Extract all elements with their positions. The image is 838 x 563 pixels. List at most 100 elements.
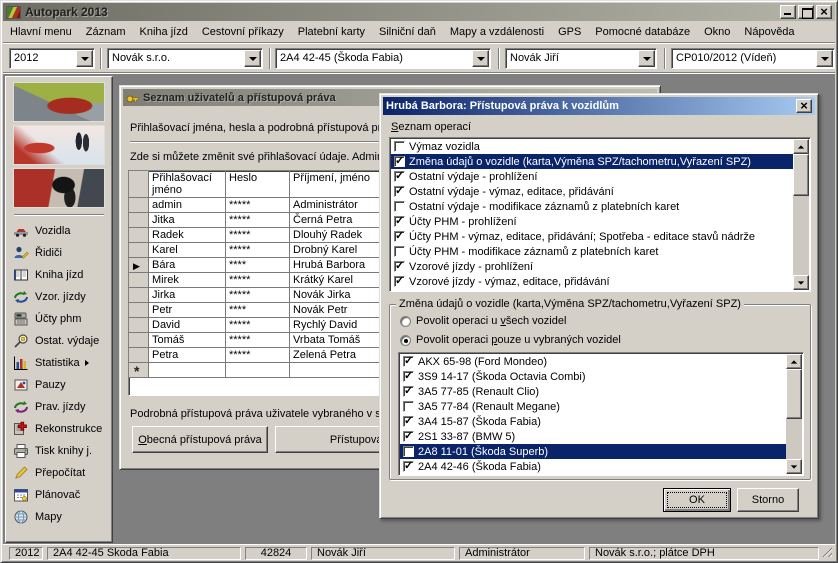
cell-password[interactable]: ***** <box>226 243 290 258</box>
row-selector[interactable] <box>129 243 149 258</box>
cell-login[interactable]: admin <box>149 198 226 213</box>
checkbox-icon[interactable] <box>394 246 405 257</box>
cell-password[interactable]: ***** <box>226 288 290 303</box>
radio-selected-vehicles[interactable]: Povolit operaci pouze u vybraných vozide… <box>400 334 621 346</box>
scrollbar-thumb[interactable] <box>786 369 802 419</box>
menu-kniha-jizd[interactable]: Kniha jízd <box>133 23 195 41</box>
dropdown-arrow-icon[interactable] <box>472 50 489 67</box>
vehicle-item[interactable]: 3A5 77-84 (Renault Megane) <box>400 399 786 414</box>
operation-item[interactable]: Účty PHM - výmaz, editace, přidávání; Sp… <box>391 229 793 244</box>
cell-password[interactable]: ***** <box>226 348 290 363</box>
cell-password[interactable]: ***** <box>226 318 290 333</box>
checkbox-icon[interactable] <box>394 141 405 152</box>
vehicle-item[interactable]: 2A8 11-01 (Škoda Superb) <box>400 444 786 459</box>
driver-combobox[interactable]: Novák Jiří <box>505 48 657 69</box>
cell-password[interactable]: **** <box>226 303 290 318</box>
sidebar-item-kniha-jizd[interactable]: Kniha jízd <box>6 264 112 286</box>
checkbox-icon[interactable] <box>394 231 405 242</box>
new-record-marker[interactable] <box>129 363 149 378</box>
menu-napoveda[interactable]: Nápověda <box>737 23 801 41</box>
checkbox-icon[interactable] <box>394 186 405 197</box>
cell-password[interactable]: ***** <box>226 333 290 348</box>
dropdown-arrow-icon[interactable] <box>244 50 261 67</box>
cell-login[interactable] <box>149 363 226 378</box>
dropdown-arrow-icon[interactable] <box>76 50 93 67</box>
sidebar-item-planovac[interactable]: Plánovač <box>6 484 112 506</box>
sidebar-item-tisk-knihy[interactable]: Tisk knihy j. <box>6 440 112 462</box>
cell-password[interactable]: ***** <box>226 198 290 213</box>
trip-order-combobox[interactable]: CP010/2012 (Vídeň) <box>671 48 835 69</box>
vehicle-combobox[interactable]: 2A4 42-45 (Škoda Fabia) <box>275 48 491 69</box>
cell-password[interactable]: ***** <box>226 228 290 243</box>
menu-zaznam[interactable]: Záznam <box>79 23 133 41</box>
vehicle-item[interactable]: 2A4 42-46 (Škoda Fabia) <box>400 459 786 474</box>
row-selector[interactable] <box>129 348 149 363</box>
current-row-marker[interactable] <box>129 258 149 273</box>
sidebar-item-prav-jizdy[interactable]: Prav. jízdy <box>6 396 112 418</box>
cell-login[interactable]: Karel <box>149 243 226 258</box>
dropdown-arrow-icon[interactable] <box>816 50 833 67</box>
checkbox-icon[interactable] <box>394 201 405 212</box>
operation-item[interactable]: Vzorové jízdy - výmaz, editace, přidáván… <box>391 274 793 289</box>
close-icon[interactable] <box>796 99 812 113</box>
scroll-down-icon[interactable] <box>786 459 802 474</box>
checkbox-icon[interactable] <box>394 156 405 167</box>
checkbox-icon[interactable] <box>403 446 414 457</box>
sidebar-item-rekonstrukce[interactable]: Rekonstrukce <box>6 418 112 440</box>
cell-password[interactable]: ***** <box>226 213 290 228</box>
scroll-up-icon[interactable] <box>793 139 809 154</box>
app-titlebar[interactable]: Autopark 2013 <box>3 3 835 21</box>
year-combobox[interactable]: 2012 <box>9 48 95 69</box>
row-selector[interactable] <box>129 318 149 333</box>
sidebar-item-statistika[interactable]: Statistika <box>6 352 112 374</box>
menu-gps[interactable]: GPS <box>551 23 588 41</box>
sidebar-item-pauzy[interactable]: Pauzy <box>6 374 112 396</box>
cell-login[interactable]: Petra <box>149 348 226 363</box>
cell-login[interactable]: Jirka <box>149 288 226 303</box>
menu-silnicni-dan[interactable]: Silniční daň <box>372 23 443 41</box>
scroll-down-icon[interactable] <box>793 275 809 290</box>
menu-pomocne-databaze[interactable]: Pomocné databáze <box>588 23 697 41</box>
close-icon[interactable] <box>816 5 832 19</box>
checkbox-icon[interactable] <box>394 276 405 287</box>
sidebar-item-prepocitat[interactable]: Přepočítat <box>6 462 112 484</box>
operation-item[interactable]: Ostatní výdaje - prohlížení <box>391 169 793 184</box>
row-selector[interactable] <box>129 333 149 348</box>
resize-grip[interactable] <box>820 545 832 557</box>
checkbox-icon[interactable] <box>394 261 405 272</box>
minimize-icon[interactable] <box>780 5 796 19</box>
cell-login[interactable]: Bára <box>149 258 226 273</box>
vehicle-item[interactable]: AKX 65-98 (Ford Mondeo) <box>400 354 786 369</box>
menu-cestovni-prikazy[interactable]: Cestovní příkazy <box>195 23 291 41</box>
cell-login[interactable]: Radek <box>149 228 226 243</box>
vehicle-item[interactable]: 3S9 14-17 (Škoda Octavia Combi) <box>400 369 786 384</box>
cell-password[interactable]: ***** <box>226 273 290 288</box>
radio-icon[interactable] <box>400 335 411 346</box>
cancel-button[interactable]: Storno <box>737 488 799 512</box>
menu-mapy-a-vzdalenosti[interactable]: Mapy a vzdálenosti <box>443 23 551 41</box>
menu-platebni-karty[interactable]: Platební karty <box>291 23 372 41</box>
checkbox-icon[interactable] <box>394 216 405 227</box>
operation-item[interactable]: Výmaz vozidla <box>391 139 793 154</box>
cell-password[interactable]: **** <box>226 258 290 273</box>
checkbox-icon[interactable] <box>403 431 414 442</box>
cell-login[interactable]: David <box>149 318 226 333</box>
dropdown-arrow-icon[interactable] <box>638 50 655 67</box>
checkbox-icon[interactable] <box>403 416 414 427</box>
operation-item[interactable]: Změna údajů o vozidle (karta,Výměna SPZ/… <box>391 154 793 169</box>
sidebar-item-vozidla[interactable]: Vozidla <box>6 220 112 242</box>
operation-item[interactable]: Účty PHM - modifikace záznamů z platební… <box>391 244 793 259</box>
checkbox-icon[interactable] <box>403 461 414 472</box>
menu-hlavni-menu[interactable]: Hlavní menu <box>3 23 79 41</box>
cell-login[interactable]: Tomáš <box>149 333 226 348</box>
checkbox-icon[interactable] <box>403 401 414 412</box>
operation-item[interactable]: Vzorové jízdy - prohlížení <box>391 259 793 274</box>
checkbox-icon[interactable] <box>403 371 414 382</box>
row-selector[interactable] <box>129 198 149 213</box>
scrollbar-thumb[interactable] <box>793 154 809 196</box>
row-selector[interactable] <box>129 213 149 228</box>
cell-login[interactable]: Petr <box>149 303 226 318</box>
row-selector[interactable] <box>129 288 149 303</box>
cell-password[interactable] <box>226 363 290 378</box>
sidebar-item-ostat-vydaje[interactable]: Ostat. výdaje <box>6 330 112 352</box>
